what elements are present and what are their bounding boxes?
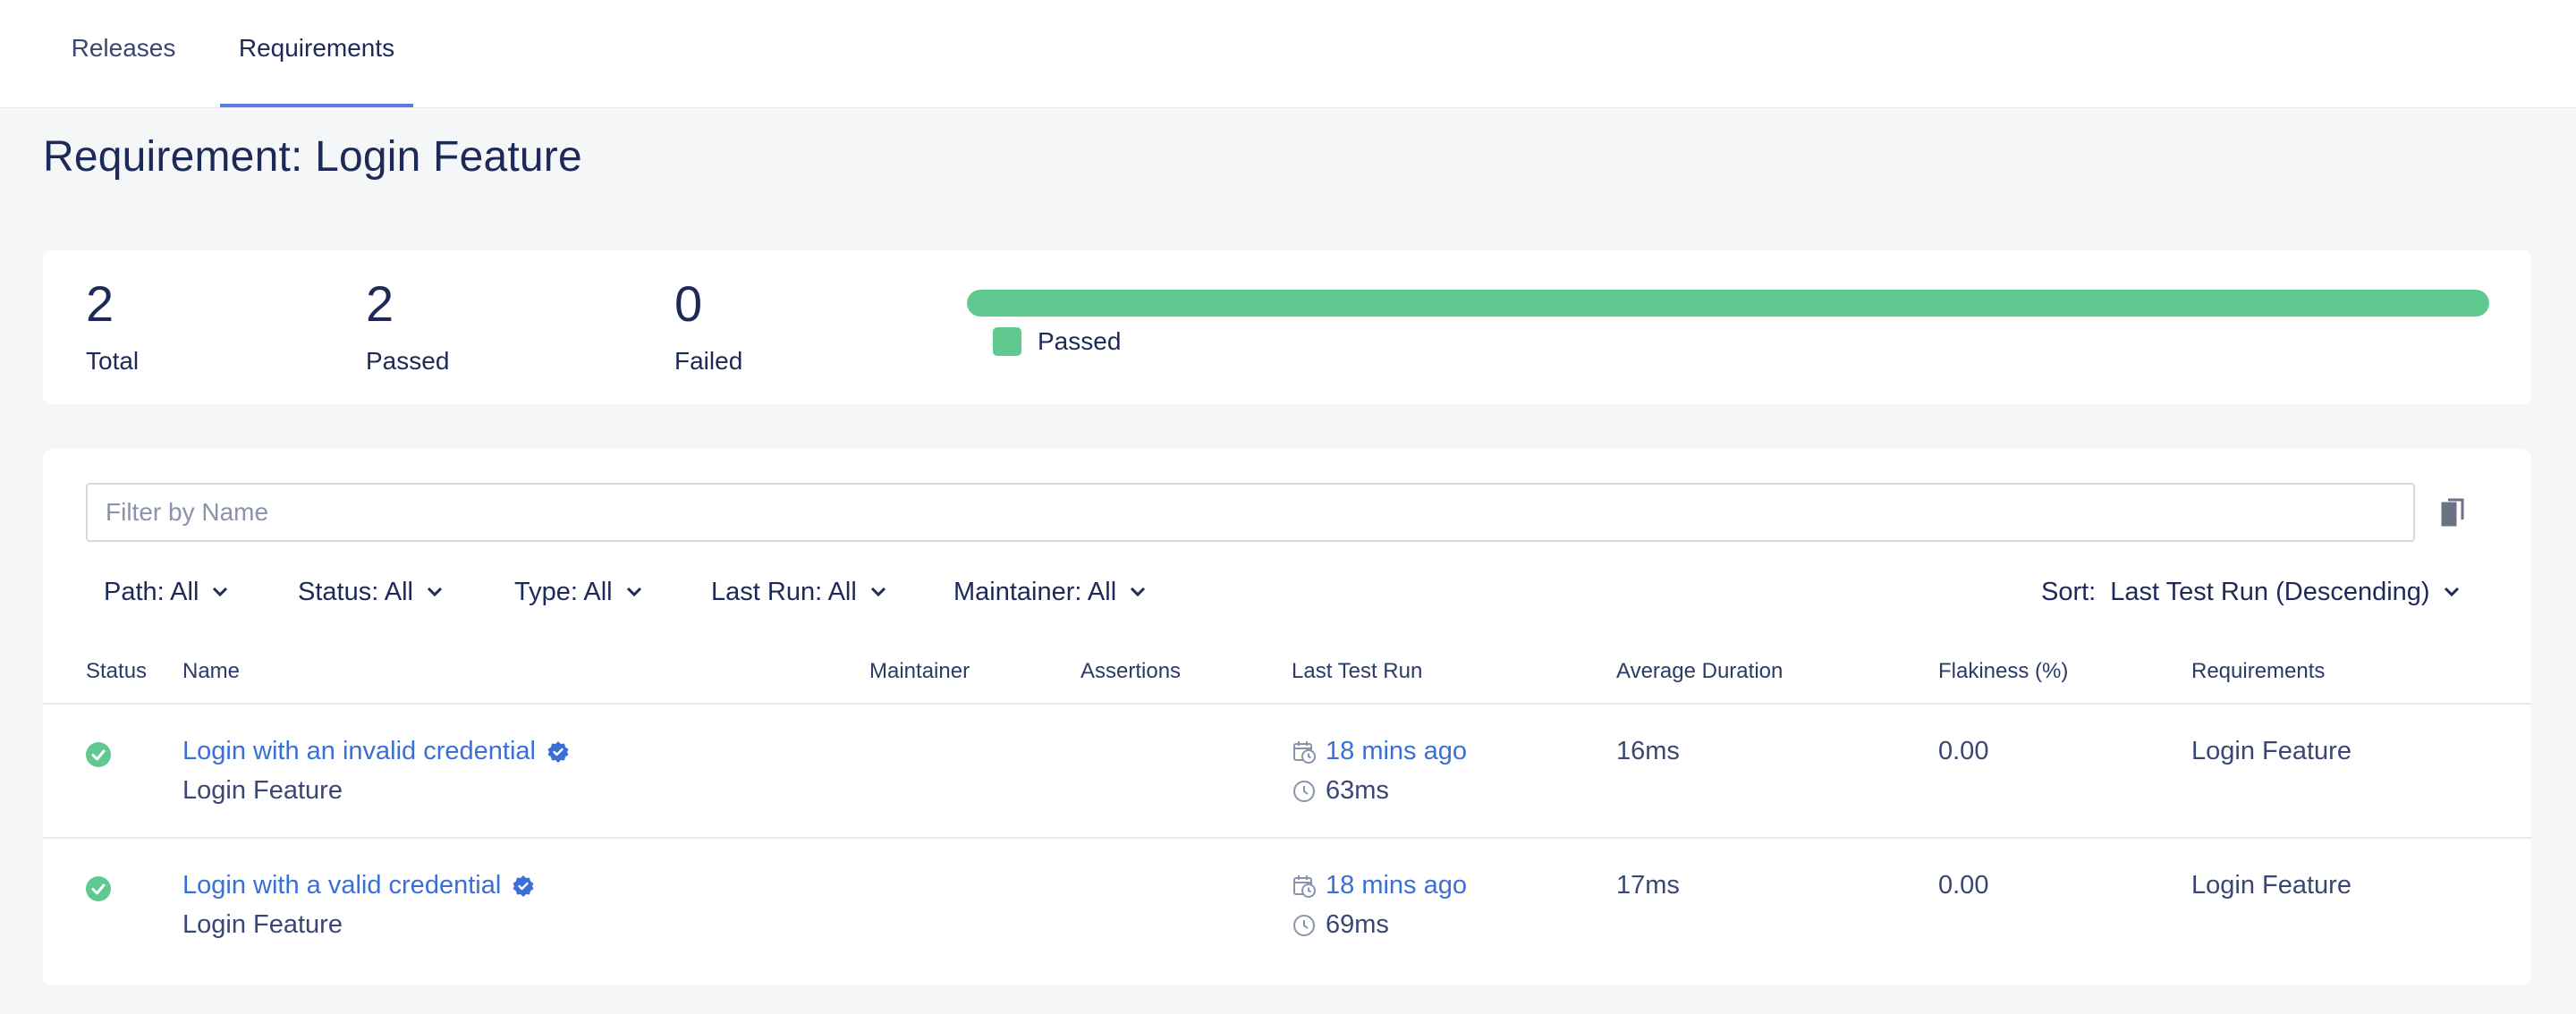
check-circle-icon: [86, 876, 111, 901]
check-circle-icon: [86, 742, 111, 767]
filter-status-label: Status: All: [298, 577, 413, 606]
sort-value: Last Test Run (Descending): [2110, 577, 2430, 606]
stat-failed-value: 0: [674, 275, 703, 332]
progress-legend: Passed: [993, 327, 1121, 356]
top-tab-bar: Releases Requirements: [0, 0, 2576, 108]
test-name-link[interactable]: Login with an invalid credential: [182, 737, 570, 766]
stat-total: 2 Total: [86, 279, 139, 376]
filter-path-label: Path: All: [104, 577, 199, 606]
requirements-cell: Login Feature: [2191, 871, 2351, 900]
filter-maintainer-label: Maintainer: All: [953, 577, 1117, 606]
verified-badge-icon: [512, 875, 535, 898]
stat-total-label: Total: [86, 347, 140, 375]
filter-last-run-label: Last Run: All: [711, 577, 857, 606]
sort-dropdown[interactable]: Sort: Last Test Run (Descending): [2041, 574, 2461, 610]
tab-requirements[interactable]: Requirements: [220, 0, 413, 107]
copy-icon: [2441, 498, 2464, 527]
test-name-text: Login with an invalid credential: [182, 737, 536, 765]
column-header-status[interactable]: Status: [86, 659, 147, 684]
column-header-average-duration[interactable]: Average Duration: [1616, 659, 1783, 684]
tab-releases[interactable]: Releases: [52, 0, 195, 107]
filter-path-dropdown[interactable]: Path: All: [104, 574, 229, 610]
test-requirement-subtitle: Login Feature: [182, 776, 343, 805]
chevron-down-icon: [1129, 586, 1147, 598]
filter-type-dropdown[interactable]: Type: All: [514, 574, 643, 610]
column-header-maintainer[interactable]: Maintainer: [869, 659, 970, 684]
calendar-clock-icon: [1292, 874, 1317, 899]
calendar-clock-icon: [1292, 739, 1317, 765]
chevron-down-icon: [426, 586, 444, 598]
clock-icon: [1292, 779, 1317, 804]
pass-progress-bar: [967, 290, 2489, 317]
stat-failed: 0 Failed: [674, 279, 742, 376]
chevron-down-icon: [869, 586, 887, 598]
test-name-link[interactable]: Login with a valid credential: [182, 871, 535, 900]
average-duration-cell: 16ms: [1616, 737, 1680, 765]
tab-requirements-label: Requirements: [238, 34, 395, 62]
summary-card: 2 Total 2 Passed 0 Failed Passed: [43, 250, 2531, 404]
chevron-down-icon: [625, 586, 643, 598]
column-header-assertions[interactable]: Assertions: [1080, 659, 1181, 684]
chevron-down-icon: [211, 586, 229, 598]
filter-maintainer-dropdown[interactable]: Maintainer: All: [953, 574, 1147, 610]
test-requirement-subtitle: Login Feature: [182, 910, 343, 939]
stat-total-value: 2: [86, 275, 114, 332]
last-run-text: 18 mins ago: [1326, 737, 1467, 765]
legend-passed-swatch: [993, 327, 1021, 356]
last-run-duration: 63ms: [1292, 776, 1389, 806]
stat-passed-value: 2: [366, 275, 394, 332]
column-header-name[interactable]: Name: [182, 659, 240, 684]
last-run-duration: 69ms: [1292, 910, 1389, 940]
stat-failed-label: Failed: [674, 347, 743, 375]
chevron-down-icon: [2443, 586, 2461, 598]
table-row: Login with a valid credential Login Feat…: [43, 839, 2531, 971]
flakiness-cell: 0.00: [1938, 871, 1989, 900]
last-run-link[interactable]: 18 mins ago: [1292, 871, 1467, 900]
tab-releases-label: Releases: [71, 34, 176, 62]
clock-icon: [1292, 913, 1317, 938]
tests-card: Path: All Status: All Type: All Last Run…: [43, 449, 2531, 985]
copy-button[interactable]: [2433, 494, 2472, 533]
verified-badge-icon: [547, 740, 570, 764]
legend-passed-label: Passed: [1038, 327, 1122, 355]
last-run-duration-text: 69ms: [1326, 910, 1389, 939]
page-title: Requirement: Login Feature: [43, 133, 582, 181]
test-name-text: Login with a valid credential: [182, 871, 502, 900]
filter-status-dropdown[interactable]: Status: All: [298, 574, 444, 610]
stat-passed: 2 Passed: [366, 279, 449, 376]
column-header-requirements[interactable]: Requirements: [2191, 659, 2325, 684]
last-run-text: 18 mins ago: [1326, 871, 1467, 900]
table-row: Login with an invalid credential Login F…: [43, 705, 2531, 837]
last-run-duration-text: 63ms: [1326, 776, 1389, 805]
filter-type-label: Type: All: [514, 577, 613, 606]
requirements-cell: Login Feature: [2191, 737, 2351, 765]
average-duration-cell: 17ms: [1616, 871, 1680, 900]
stat-passed-label: Passed: [366, 347, 450, 375]
column-header-last-test-run[interactable]: Last Test Run: [1292, 659, 1422, 684]
pass-progress-fill: [967, 290, 2489, 317]
flakiness-cell: 0.00: [1938, 737, 1989, 765]
column-header-flakiness[interactable]: Flakiness (%): [1938, 659, 2068, 684]
filter-last-run-dropdown[interactable]: Last Run: All: [711, 574, 887, 610]
last-run-link[interactable]: 18 mins ago: [1292, 737, 1467, 766]
sort-label: Sort:: [2041, 577, 2097, 606]
filter-by-name-input[interactable]: [86, 483, 2415, 542]
